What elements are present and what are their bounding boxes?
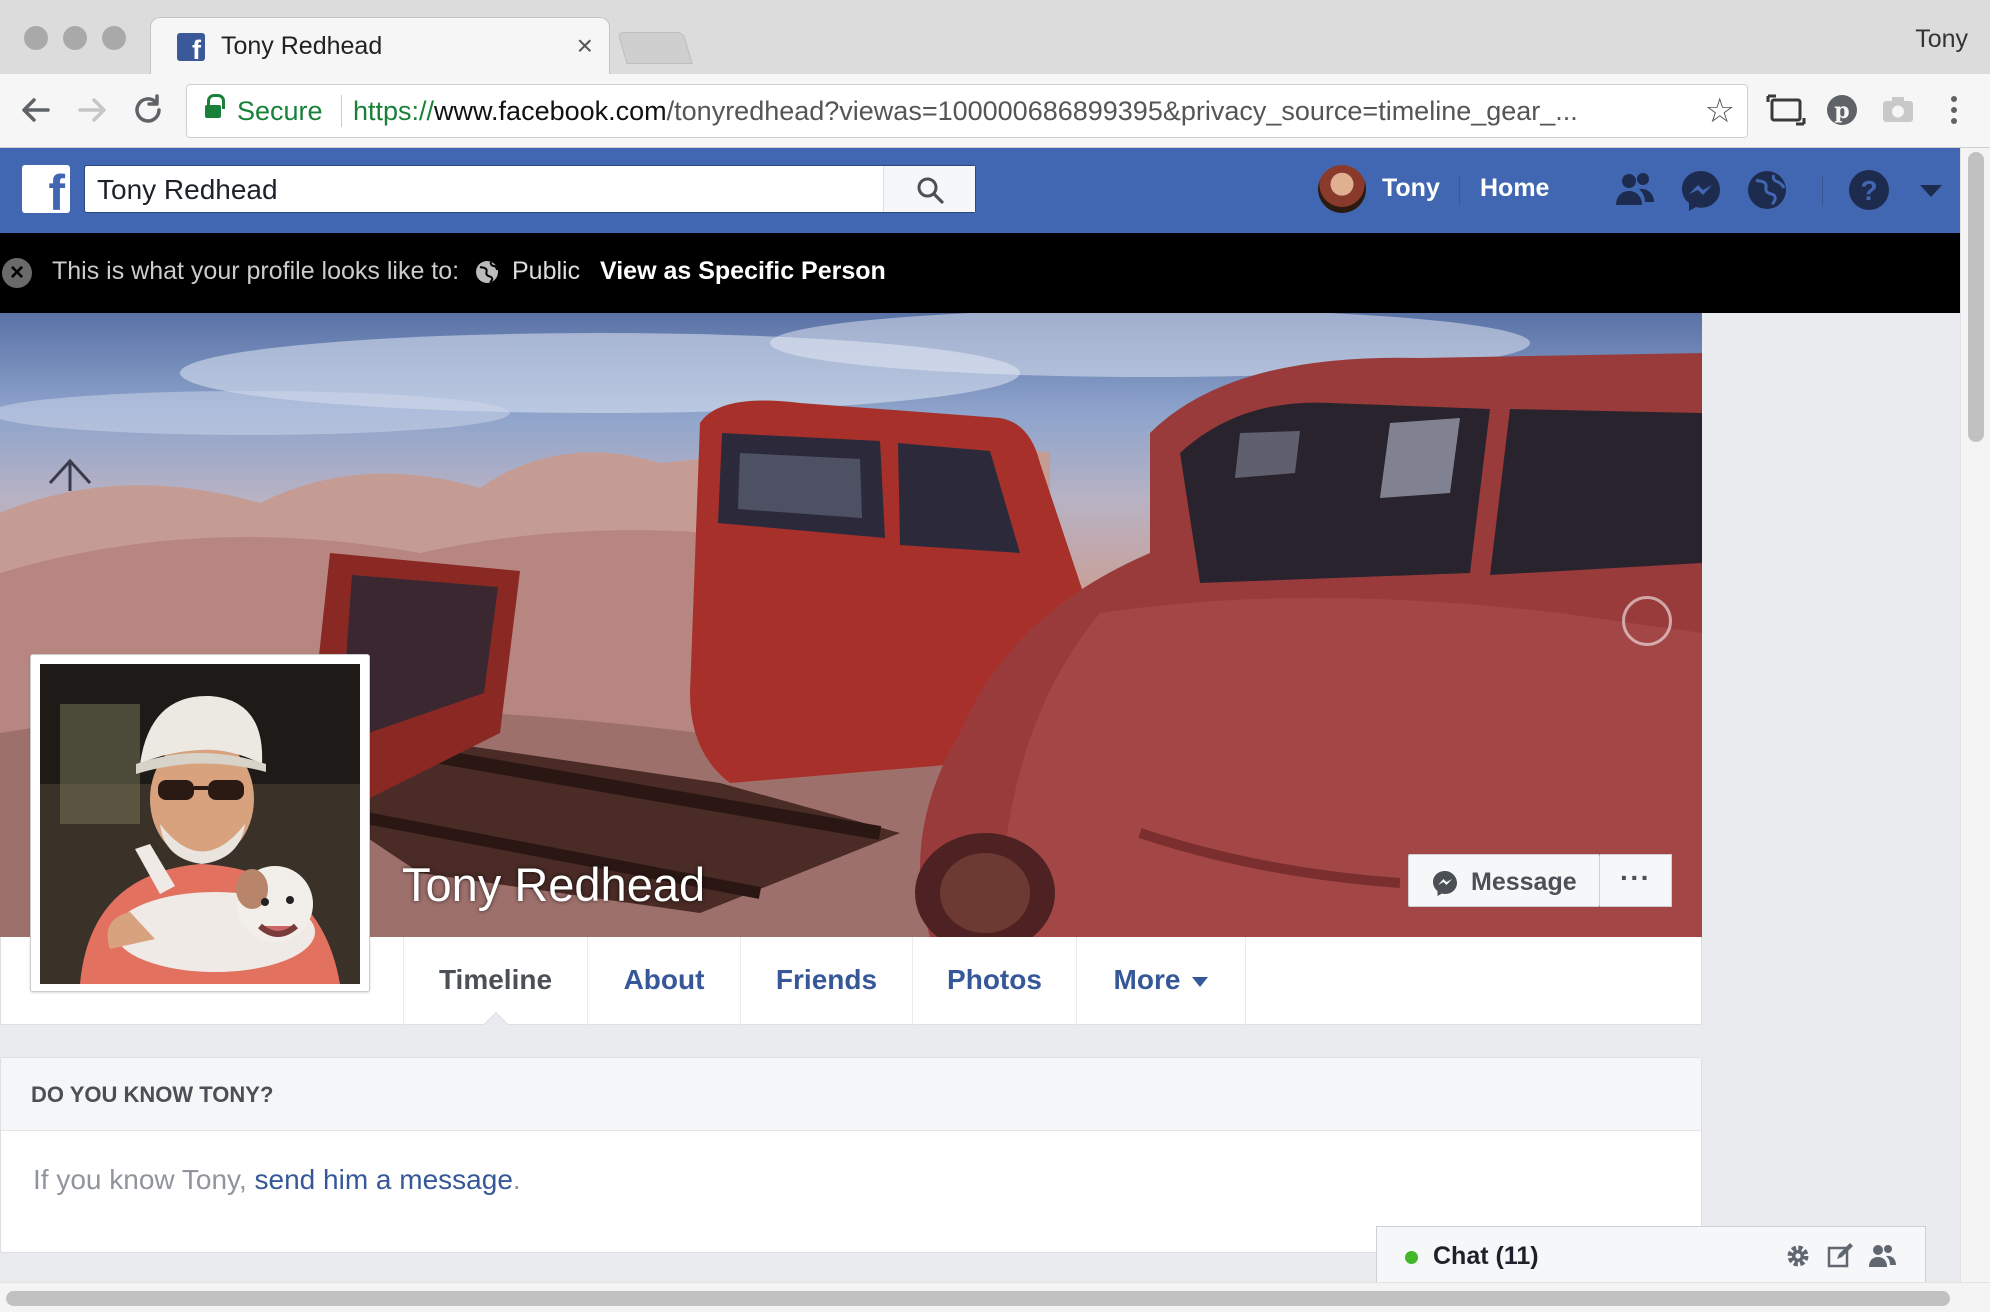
forward-arrow-icon[interactable] [70,88,114,132]
browser-tabstrip: f Tony Redhead × Tony [0,0,1990,77]
online-status-icon [1405,1251,1418,1264]
tab-photos[interactable]: Photos [912,937,1076,1025]
nav-avatar[interactable] [1318,165,1366,213]
facebook-search [84,165,976,213]
chevron-down-icon [1192,976,1209,987]
horizontal-scrollbar[interactable] [0,1282,1990,1312]
create-group-icon[interactable] [1867,1241,1897,1271]
cover-reposition-icon[interactable] [1622,596,1672,646]
active-tab-indicator [482,1010,508,1025]
new-tab-button[interactable] [617,32,693,64]
lock-icon [205,94,225,121]
message-button-label: Message [1471,868,1577,896]
chat-sidebar-bar[interactable]: Chat (11) [1376,1226,1926,1282]
friend-requests-icon[interactable] [1612,167,1658,213]
vertical-scroll-thumb[interactable] [1968,152,1984,442]
messenger-icon[interactable] [1678,167,1724,213]
reload-icon[interactable] [126,88,170,132]
vertical-scrollbar[interactable] [1960,148,1990,1282]
tab-title: Tony Redhead [221,32,383,60]
profile-photo-illustration [40,664,360,984]
do-you-know-card: DO YOU KNOW TONY? If you know Tony, send… [0,1057,1702,1253]
view-as-text: This is what your profile looks like to: [52,257,460,285]
new-message-icon[interactable] [1825,1241,1855,1271]
close-view-as-icon[interactable]: × [2,258,32,288]
facebook-favicon-icon: f [177,33,205,61]
horizontal-scroll-thumb[interactable] [6,1291,1950,1306]
pinterest-icon[interactable]: p [1820,88,1864,132]
public-globe-icon [476,261,498,283]
help-icon[interactable]: ? [1846,167,1892,213]
card-body: If you know Tony, send him a message. [33,1164,521,1195]
back-arrow-icon[interactable] [14,88,58,132]
chat-label: Chat (11) [1433,1242,1539,1270]
browser-tab-active[interactable]: f Tony Redhead × [150,17,610,77]
window-zoom-button[interactable] [102,26,126,50]
nav-profile-link[interactable]: Tony [1382,174,1440,203]
tab-more[interactable]: More [1076,937,1246,1025]
facebook-top-nav: f Tony Home ? [0,148,1960,233]
window-close-button[interactable] [24,26,48,50]
tab-close-icon[interactable]: × [577,30,593,62]
camera-icon[interactable] [1876,88,1920,132]
facebook-logo-icon[interactable]: f [22,165,70,213]
cast-screen-icon[interactable] [1764,88,1808,132]
tab-about[interactable]: About [587,937,740,1025]
tab-friends[interactable]: Friends [740,937,912,1025]
star-icon[interactable]: ☆ [1705,91,1735,131]
search-button[interactable] [883,166,975,212]
profile-name-heading[interactable]: Tony Redhead [402,857,705,912]
view-as-banner: × This is what your profile looks like t… [0,233,1960,313]
send-message-link[interactable]: send him a message [255,1164,513,1195]
message-button[interactable]: Message [1408,854,1600,907]
profile-picture[interactable] [30,654,370,992]
messenger-icon [1433,871,1457,896]
view-as-audience: Public [512,257,581,285]
browser-profile-name[interactable]: Tony [1915,25,1968,54]
notifications-globe-icon[interactable] [1744,167,1790,213]
search-input[interactable] [97,172,877,208]
svg-text:?: ? [1860,175,1877,206]
card-title: DO YOU KNOW TONY? [31,1082,274,1107]
svg-text:p: p [1834,98,1849,124]
kebab-menu-icon[interactable] [1932,88,1976,132]
view-as-specific-person-link[interactable]: View as Specific Person [600,257,886,286]
nav-home-link[interactable]: Home [1480,174,1549,203]
account-caret-icon[interactable] [1920,185,1942,197]
url-text[interactable]: https://www.facebook.com/tonyredhead?vie… [353,96,1693,127]
window-minimize-button[interactable] [63,26,87,50]
search-icon [917,177,944,204]
settings-gear-icon[interactable] [1783,1241,1813,1271]
secure-label: Secure [237,96,323,126]
address-bar[interactable]: Secure https://www.facebook.com/tonyredh… [186,84,1748,138]
browser-toolbar: Secure https://www.facebook.com/tonyredh… [0,74,1990,148]
profile-more-options-button[interactable]: ··· [1600,854,1672,907]
